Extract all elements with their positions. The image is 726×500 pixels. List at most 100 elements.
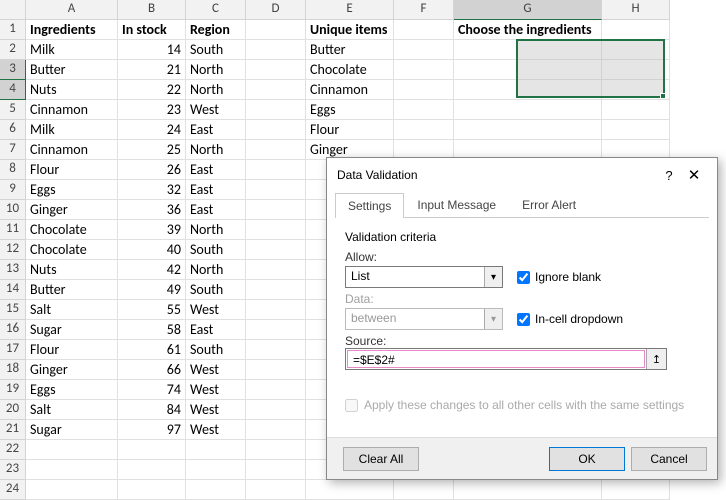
cell[interactable]: 24 — [118, 120, 186, 140]
ok-button[interactable]: OK — [549, 447, 625, 471]
cell[interactable] — [26, 460, 118, 480]
cell[interactable]: East — [186, 120, 246, 140]
cell[interactable]: 36 — [118, 200, 186, 220]
cell[interactable] — [246, 380, 306, 400]
cell[interactable]: 32 — [118, 180, 186, 200]
cell[interactable] — [246, 180, 306, 200]
col-header-F[interactable]: F — [394, 0, 454, 20]
cell[interactable]: South — [186, 280, 246, 300]
row-header[interactable]: 24 — [0, 480, 26, 500]
cell[interactable] — [602, 60, 670, 80]
cell[interactable]: Region — [186, 20, 246, 40]
cell[interactable] — [246, 480, 306, 500]
cell[interactable] — [602, 120, 670, 140]
cell[interactable]: Sugar — [26, 320, 118, 340]
cell[interactable]: Eggs — [26, 180, 118, 200]
cell[interactable] — [246, 440, 306, 460]
cell[interactable]: South — [186, 240, 246, 260]
cell[interactable]: North — [186, 220, 246, 240]
row-header[interactable]: 17 — [0, 340, 26, 360]
cell[interactable]: North — [186, 80, 246, 100]
cell[interactable]: Eggs — [306, 100, 394, 120]
cell[interactable] — [246, 100, 306, 120]
cell[interactable]: Eggs — [26, 380, 118, 400]
row-header[interactable]: 19 — [0, 380, 26, 400]
row-header[interactable]: 14 — [0, 280, 26, 300]
cell[interactable]: Butter — [306, 40, 394, 60]
cell[interactable]: 25 — [118, 140, 186, 160]
cell[interactable]: East — [186, 180, 246, 200]
cell[interactable] — [246, 160, 306, 180]
cell[interactable]: Chocolate — [306, 60, 394, 80]
row-header[interactable]: 8 — [0, 160, 26, 180]
cell[interactable]: 58 — [118, 320, 186, 340]
row-header[interactable]: 4 — [0, 80, 26, 100]
cell[interactable] — [246, 140, 306, 160]
cell[interactable]: Cinnamon — [306, 80, 394, 100]
cell[interactable]: North — [186, 260, 246, 280]
cell[interactable]: Cinnamon — [26, 140, 118, 160]
cell[interactable]: 39 — [118, 220, 186, 240]
cell[interactable] — [602, 480, 670, 500]
cell[interactable] — [454, 40, 602, 60]
row-header[interactable]: 22 — [0, 440, 26, 460]
cell[interactable]: West — [186, 360, 246, 380]
cell[interactable] — [454, 100, 602, 120]
cell[interactable] — [454, 480, 602, 500]
corner-header[interactable] — [0, 0, 26, 20]
cell[interactable]: 22 — [118, 80, 186, 100]
cell[interactable]: 49 — [118, 280, 186, 300]
cell[interactable] — [246, 220, 306, 240]
row-header[interactable]: 18 — [0, 360, 26, 380]
tab-settings[interactable]: Settings — [335, 193, 404, 218]
cell[interactable] — [602, 80, 670, 100]
cell[interactable] — [246, 260, 306, 280]
cell[interactable]: Cinnamon — [26, 100, 118, 120]
row-header[interactable]: 3 — [0, 60, 26, 80]
cell[interactable]: South — [186, 340, 246, 360]
cell[interactable] — [186, 440, 246, 460]
row-header[interactable]: 1 — [0, 20, 26, 40]
cell[interactable]: East — [186, 160, 246, 180]
cell[interactable]: In stock — [118, 20, 186, 40]
col-header-A[interactable]: A — [26, 0, 118, 20]
cell[interactable] — [454, 60, 602, 80]
cell[interactable]: West — [186, 420, 246, 440]
incell-dropdown-checkbox[interactable]: In-cell dropdown — [517, 312, 623, 326]
row-header[interactable]: 23 — [0, 460, 26, 480]
cell[interactable]: Chocolate — [26, 240, 118, 260]
cell[interactable] — [118, 480, 186, 500]
chevron-down-icon[interactable]: ▾ — [484, 267, 502, 287]
cell[interactable]: Nuts — [26, 80, 118, 100]
cell[interactable] — [394, 40, 454, 60]
row-header[interactable]: 16 — [0, 320, 26, 340]
cell[interactable]: 26 — [118, 160, 186, 180]
cell[interactable] — [186, 480, 246, 500]
col-header-E[interactable]: E — [306, 0, 394, 20]
row-header[interactable]: 2 — [0, 40, 26, 60]
cell[interactable] — [394, 80, 454, 100]
cell[interactable]: Butter — [26, 280, 118, 300]
cell[interactable]: 74 — [118, 380, 186, 400]
cell[interactable]: South — [186, 40, 246, 60]
row-header[interactable]: 7 — [0, 140, 26, 160]
cell[interactable] — [602, 40, 670, 60]
cell[interactable]: Butter — [26, 60, 118, 80]
tab-error-alert[interactable]: Error Alert — [509, 192, 589, 217]
cell[interactable] — [246, 80, 306, 100]
cell[interactable] — [246, 280, 306, 300]
col-header-G[interactable]: G — [454, 0, 602, 20]
cell[interactable]: East — [186, 200, 246, 220]
cell[interactable]: Ingredients — [26, 20, 118, 40]
cell[interactable] — [26, 440, 118, 460]
cell[interactable] — [246, 320, 306, 340]
cancel-button[interactable]: Cancel — [631, 447, 707, 471]
row-header[interactable]: 15 — [0, 300, 26, 320]
tab-input-message[interactable]: Input Message — [404, 192, 509, 217]
cell[interactable]: West — [186, 400, 246, 420]
cell[interactable] — [602, 100, 670, 120]
cell[interactable]: 84 — [118, 400, 186, 420]
col-header-C[interactable]: C — [186, 0, 246, 20]
cell[interactable] — [26, 480, 118, 500]
cell[interactable] — [306, 480, 394, 500]
